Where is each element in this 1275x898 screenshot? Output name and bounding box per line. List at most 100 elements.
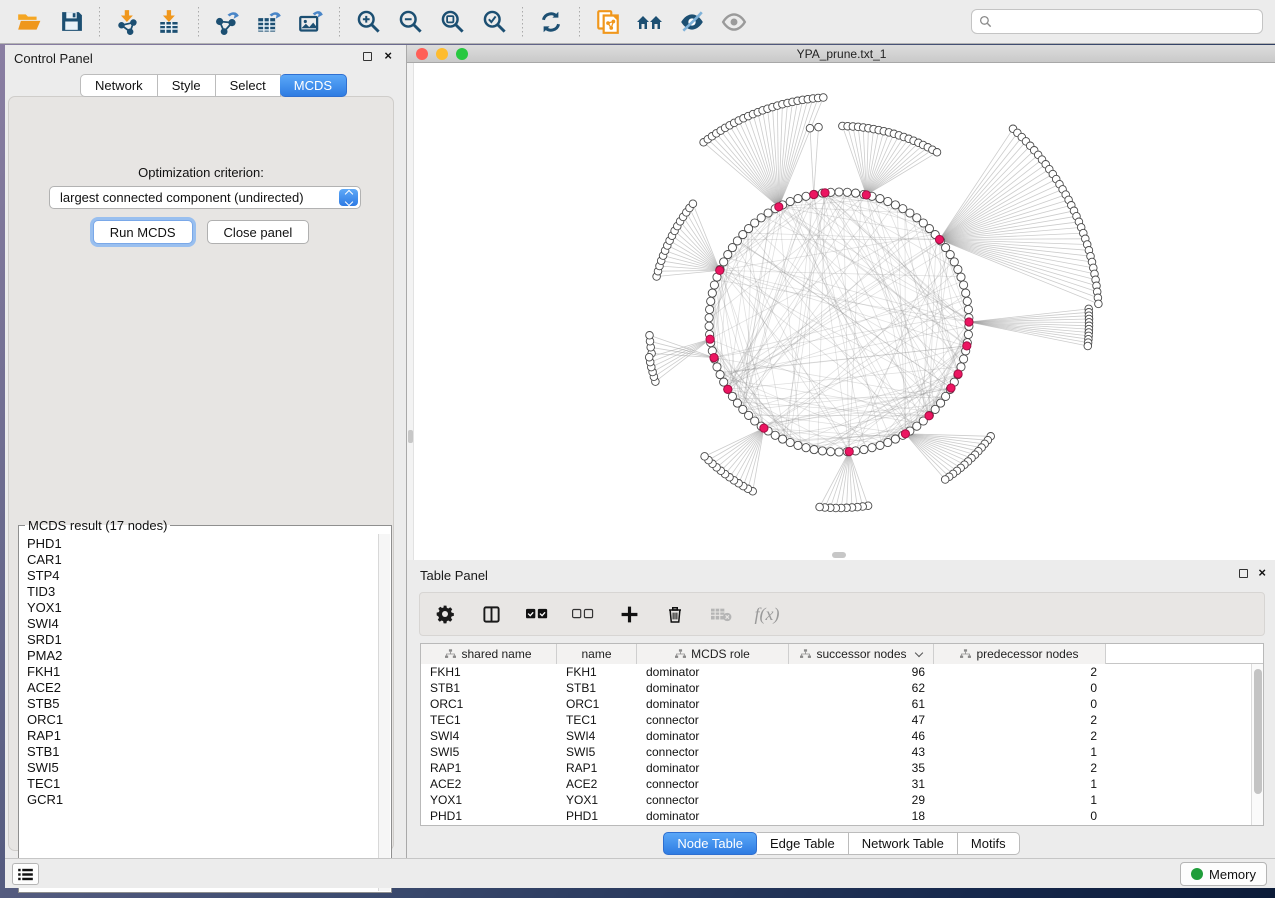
- mcds-result-item[interactable]: STB5: [27, 696, 378, 712]
- column-header-MCDS-role[interactable]: MCDS role: [637, 644, 789, 664]
- add-column-icon[interactable]: [616, 601, 642, 627]
- network-vertical-scrollbar[interactable]: [407, 63, 414, 560]
- import-network-icon[interactable]: [110, 5, 146, 39]
- close-panel-icon[interactable]: ×: [384, 48, 392, 64]
- cell-predecessor-nodes: 0: [934, 809, 1106, 823]
- nested-networks-icon[interactable]: [632, 5, 668, 39]
- column-header-successor-nodes[interactable]: successor nodes: [789, 644, 934, 664]
- mcds-result-item[interactable]: PHD1: [27, 536, 378, 552]
- table-row[interactable]: STB1STB1dominator620: [421, 680, 1251, 696]
- tab-select[interactable]: Select: [216, 74, 281, 97]
- tab-motifs[interactable]: Motifs: [958, 832, 1020, 855]
- tab-node-table[interactable]: Node Table: [663, 832, 757, 855]
- show-all-icon[interactable]: [716, 5, 752, 39]
- cell-successor-nodes: 61: [789, 697, 934, 711]
- cell-name: ACE2: [557, 777, 637, 791]
- mcds-result-item[interactable]: ACE2: [27, 680, 378, 696]
- cell-name: FKH1: [557, 665, 637, 679]
- export-network-icon[interactable]: [209, 5, 245, 39]
- table-scrollbar[interactable]: [1251, 664, 1263, 825]
- mcds-result-item[interactable]: YOX1: [27, 600, 378, 616]
- mcds-result-item[interactable]: GCR1: [27, 792, 378, 808]
- mcds-result-item[interactable]: SWI4: [27, 616, 378, 632]
- table-row[interactable]: ORC1ORC1dominator610: [421, 696, 1251, 712]
- settings-gear-icon[interactable]: [432, 601, 458, 627]
- table-row[interactable]: SWI4SWI4dominator462: [421, 728, 1251, 744]
- save-session-icon[interactable]: [53, 5, 89, 39]
- tab-mcds[interactable]: MCDS: [280, 74, 347, 97]
- status-bar: Memory: [5, 858, 1275, 888]
- table-row[interactable]: TEC1TEC1connector472: [421, 712, 1251, 728]
- mcds-result-item[interactable]: RAP1: [27, 728, 378, 744]
- mcds-result-item[interactable]: ORC1: [27, 712, 378, 728]
- mcds-tab-content: Optimization criterion: largest connecte…: [8, 96, 394, 851]
- tab-style[interactable]: Style: [158, 74, 216, 97]
- mcds-result-item[interactable]: CAR1: [27, 552, 378, 568]
- mcds-result-item[interactable]: SWI5: [27, 760, 378, 776]
- tab-edge-table[interactable]: Edge Table: [757, 832, 849, 855]
- network-horizontal-scrollbar[interactable]: [832, 552, 846, 558]
- memory-button[interactable]: Memory: [1180, 862, 1267, 886]
- float-panel-icon[interactable]: [363, 52, 372, 61]
- cell-successor-nodes: 46: [789, 729, 934, 743]
- hide-selected-icon[interactable]: [674, 5, 710, 39]
- cell-name: SWI4: [557, 729, 637, 743]
- column-type-icon: [800, 649, 811, 659]
- criterion-select[interactable]: largest connected component (undirected): [49, 186, 361, 209]
- zoom-in-icon[interactable]: [350, 5, 386, 39]
- cell-predecessor-nodes: 2: [934, 729, 1106, 743]
- clone-network-icon[interactable]: [590, 5, 626, 39]
- float-table-panel-icon[interactable]: [1239, 569, 1248, 578]
- mcds-result-item[interactable]: TID3: [27, 584, 378, 600]
- network-canvas[interactable]: [407, 63, 1275, 560]
- cell-shared-name: YOX1: [421, 793, 557, 807]
- column-header-predecessor-nodes[interactable]: predecessor nodes: [934, 644, 1106, 664]
- refresh-view-icon[interactable]: [533, 5, 569, 39]
- mcds-result-item[interactable]: PMA2: [27, 648, 378, 664]
- mcds-result-item[interactable]: STB1: [27, 744, 378, 760]
- zoom-selected-icon[interactable]: [476, 5, 512, 39]
- table-row[interactable]: YOX1YOX1connector291: [421, 792, 1251, 808]
- mcds-buttons-row: Run MCDS Close panel: [9, 220, 393, 244]
- cell-shared-name: ORC1: [421, 697, 557, 711]
- mcds-list-scrollbar[interactable]: [378, 534, 390, 891]
- close-table-panel-icon[interactable]: ×: [1258, 565, 1266, 581]
- export-image-icon[interactable]: [293, 5, 329, 39]
- run-mcds-button[interactable]: Run MCDS: [93, 220, 193, 244]
- zoom-fit-icon[interactable]: [434, 5, 470, 39]
- search-input[interactable]: [997, 12, 1262, 32]
- cell-name: RAP1: [557, 761, 637, 775]
- cell-predecessor-nodes: 2: [934, 761, 1106, 775]
- close-panel-button[interactable]: Close panel: [207, 220, 310, 244]
- delete-column-icon[interactable]: [662, 601, 688, 627]
- table-panel-tabs: Node TableEdge TableNetwork TableMotifs: [407, 832, 1275, 855]
- mcds-result-item[interactable]: FKH1: [27, 664, 378, 680]
- table-row[interactable]: SWI5SWI5connector431: [421, 744, 1251, 760]
- column-layout-icon[interactable]: [478, 601, 504, 627]
- open-session-icon[interactable]: [11, 5, 47, 39]
- cell-successor-nodes: 62: [789, 681, 934, 695]
- column-header-name[interactable]: name: [557, 644, 637, 664]
- tab-network-table[interactable]: Network Table: [849, 832, 958, 855]
- task-history-button[interactable]: [12, 863, 39, 885]
- table-row[interactable]: FKH1FKH1dominator962: [421, 664, 1251, 680]
- export-table-icon[interactable]: [251, 5, 287, 39]
- import-table-icon[interactable]: [152, 5, 188, 39]
- deselect-all-checkboxes-icon[interactable]: [570, 601, 596, 627]
- select-all-checkboxes-icon[interactable]: [524, 601, 550, 627]
- table-row[interactable]: RAP1RAP1dominator352: [421, 760, 1251, 776]
- column-header-shared-name[interactable]: shared name: [421, 644, 557, 664]
- cell-MCDS-role: dominator: [637, 809, 789, 823]
- mcds-result-item[interactable]: STP4: [27, 568, 378, 584]
- cell-shared-name: ACE2: [421, 777, 557, 791]
- table-row[interactable]: PHD1PHD1dominator180: [421, 808, 1251, 824]
- table-row[interactable]: ACE2ACE2connector311: [421, 776, 1251, 792]
- mcds-result-item[interactable]: TEC1: [27, 776, 378, 792]
- main-toolbar: [0, 0, 1275, 44]
- cell-name: ORC1: [557, 697, 637, 711]
- mcds-result-item[interactable]: SRD1: [27, 632, 378, 648]
- tab-network[interactable]: Network: [80, 74, 158, 97]
- zoom-out-icon[interactable]: [392, 5, 428, 39]
- memory-status-icon: [1191, 868, 1203, 880]
- network-graph[interactable]: [407, 63, 1275, 560]
